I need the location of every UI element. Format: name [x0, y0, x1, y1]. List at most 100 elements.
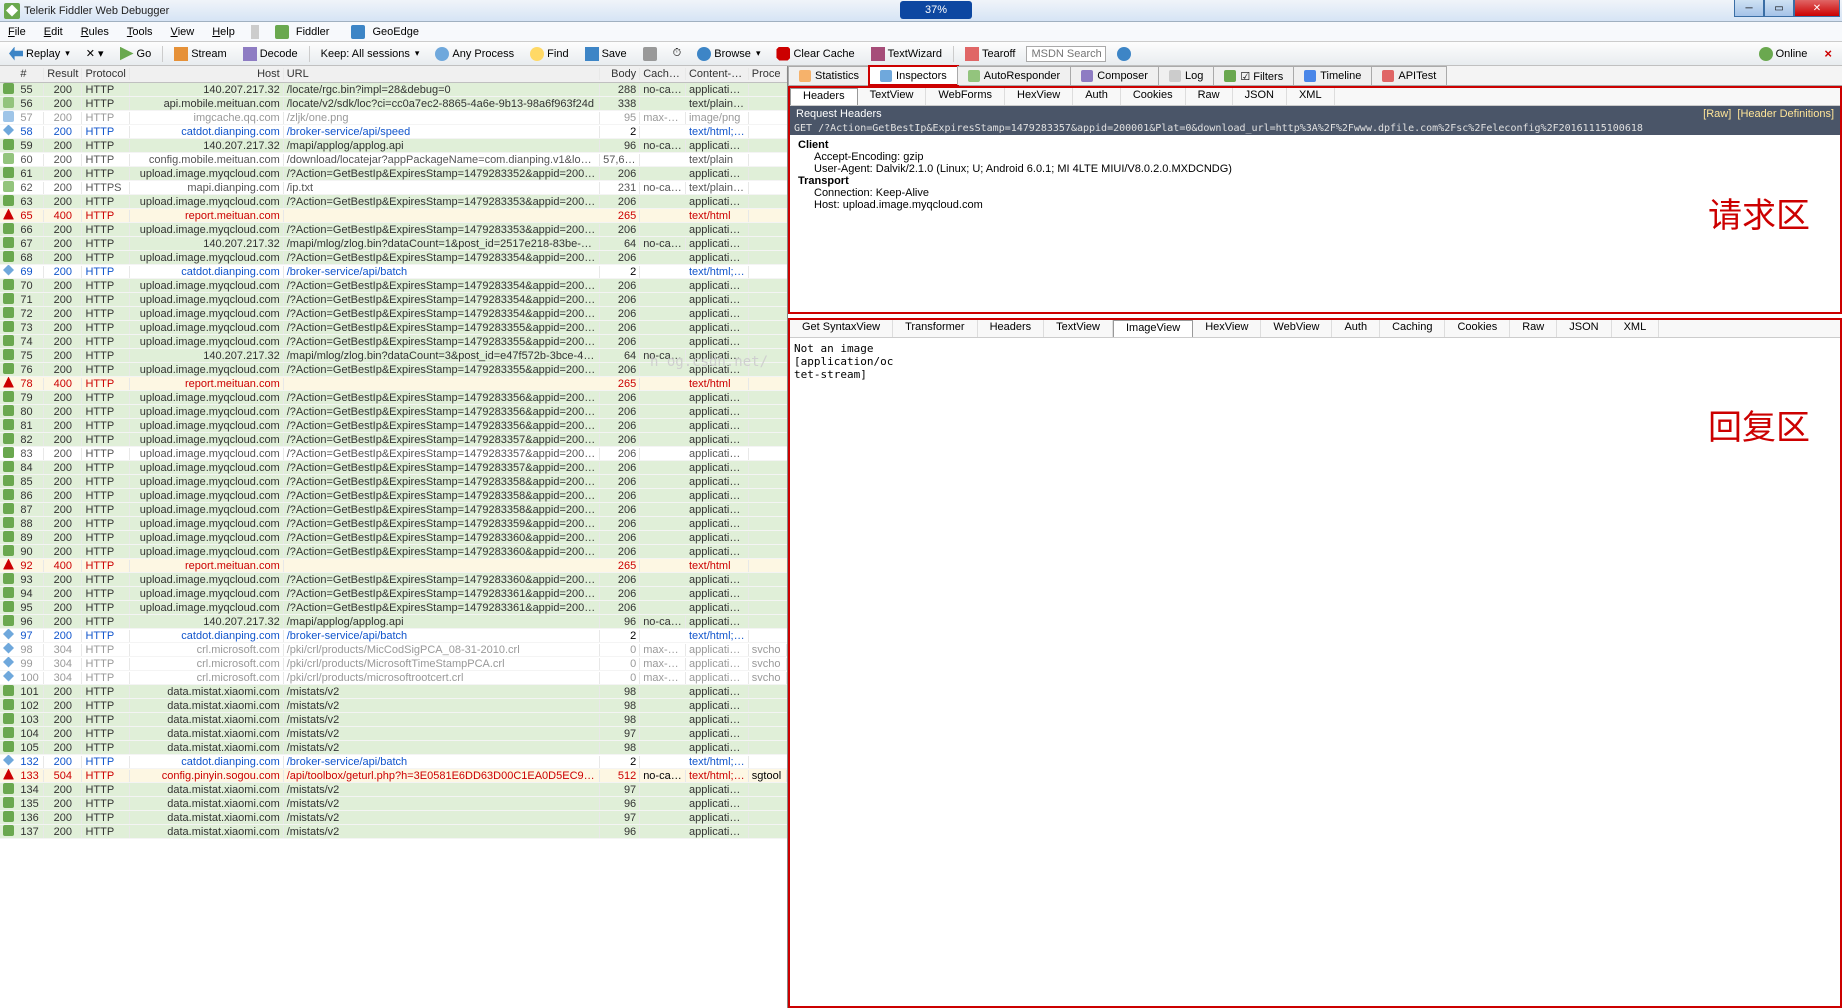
session-row[interactable]: 132200HTTPcatdot.dianping.com/broker-ser… [0, 755, 787, 769]
session-row[interactable]: 84200HTTPupload.image.myqcloud.com/?Acti… [0, 461, 787, 475]
session-row[interactable]: 102200HTTPdata.mistat.xiaomi.com/mistats… [0, 699, 787, 713]
reqtab-json[interactable]: JSON [1233, 88, 1287, 105]
clear-cache-button[interactable]: Clear Cache [771, 45, 859, 63]
restab-raw[interactable]: Raw [1510, 320, 1557, 337]
session-row[interactable]: 136200HTTPdata.mistat.xiaomi.com/mistats… [0, 811, 787, 825]
tab-inspectors[interactable]: Inspectors [869, 66, 958, 85]
session-row[interactable]: 86200HTTPupload.image.myqcloud.com/?Acti… [0, 489, 787, 503]
session-row[interactable]: 101200HTTPdata.mistat.xiaomi.com/mistats… [0, 685, 787, 699]
session-row[interactable]: 97200HTTPcatdot.dianping.com/broker-serv… [0, 629, 787, 643]
session-row[interactable]: 76200HTTPupload.image.myqcloud.com/?Acti… [0, 363, 787, 377]
online-indicator[interactable]: Online [1754, 45, 1813, 63]
col-id[interactable]: # [17, 68, 44, 80]
session-row[interactable]: 68200HTTPupload.image.myqcloud.com/?Acti… [0, 251, 787, 265]
menu-file[interactable]: FFileile [4, 25, 30, 39]
col-url[interactable]: URL [284, 68, 600, 80]
session-row[interactable]: 59200HTTP140.207.217.32/mapi/applog/appl… [0, 139, 787, 153]
tab-timeline[interactable]: Timeline [1293, 66, 1372, 85]
session-row[interactable]: 56200HTTPapi.mobile.meituan.com/locate/v… [0, 97, 787, 111]
close-toolbar-button[interactable]: × [1818, 46, 1838, 61]
stream-button[interactable]: Stream [169, 45, 231, 63]
session-row[interactable]: 95200HTTPupload.image.myqcloud.com/?Acti… [0, 601, 787, 615]
tab-log[interactable]: Log [1158, 66, 1214, 85]
session-row[interactable]: 66200HTTPupload.image.myqcloud.com/?Acti… [0, 223, 787, 237]
tab-composer[interactable]: Composer [1070, 66, 1159, 85]
col-body[interactable]: Body [600, 68, 640, 80]
session-row[interactable]: 78400HTTPreport.meituan.com265text/html [0, 377, 787, 391]
help-button[interactable] [1112, 45, 1136, 63]
session-row[interactable]: 92400HTTPreport.meituan.com265text/html [0, 559, 787, 573]
tearoff-button[interactable]: Tearoff [960, 45, 1020, 63]
session-row[interactable]: 94200HTTPupload.image.myqcloud.com/?Acti… [0, 587, 787, 601]
decode-button[interactable]: Decode [238, 45, 303, 63]
session-row[interactable]: 63200HTTPupload.image.myqcloud.com/?Acti… [0, 195, 787, 209]
restab-transformer[interactable]: Transformer [893, 320, 978, 337]
session-row[interactable]: 96200HTTP140.207.217.32/mapi/applog/appl… [0, 615, 787, 629]
col-process[interactable]: Proce [749, 68, 787, 80]
session-row[interactable]: 103200HTTPdata.mistat.xiaomi.com/mistats… [0, 713, 787, 727]
session-row[interactable]: 134200HTTPdata.mistat.xiaomi.com/mistats… [0, 783, 787, 797]
session-row[interactable]: 65400HTTPreport.meituan.com265text/html [0, 209, 787, 223]
replay-button[interactable]: Replay [4, 45, 75, 63]
session-row[interactable]: 81200HTTPupload.image.myqcloud.com/?Acti… [0, 419, 787, 433]
menu-tools[interactable]: Tools [123, 25, 157, 39]
restab-webview[interactable]: WebView [1261, 320, 1332, 337]
restab-cookies[interactable]: Cookies [1445, 320, 1510, 337]
raw-link[interactable]: [Raw] [Header Definitions] [1703, 108, 1834, 120]
browse-button[interactable]: Browse [692, 45, 765, 63]
tab-filters[interactable]: ☑ Filters [1213, 66, 1294, 85]
restab-textview[interactable]: TextView [1044, 320, 1113, 337]
session-row[interactable]: 105200HTTPdata.mistat.xiaomi.com/mistats… [0, 741, 787, 755]
maximize-button[interactable]: ▭ [1764, 0, 1794, 17]
find-button[interactable]: Find [525, 45, 573, 63]
session-row[interactable]: 82200HTTPupload.image.myqcloud.com/?Acti… [0, 433, 787, 447]
menu-help[interactable]: Help [208, 25, 239, 39]
timer-button[interactable]: ⏱ [668, 45, 687, 62]
session-row[interactable]: 58200HTTPcatdot.dianping.com/broker-serv… [0, 125, 787, 139]
menu-edit[interactable]: Edit [40, 25, 67, 39]
restab-get-syntaxview[interactable]: Get SyntaxView [790, 320, 893, 337]
msdn-search-input[interactable] [1026, 46, 1106, 62]
reqtab-raw[interactable]: Raw [1186, 88, 1233, 105]
session-row[interactable]: 133504HTTPconfig.pinyin.sogou.com/api/to… [0, 769, 787, 783]
session-row[interactable]: 67200HTTP140.207.217.32/mapi/mlog/zlog.b… [0, 237, 787, 251]
reqtab-webforms[interactable]: WebForms [926, 88, 1005, 105]
col-content-type[interactable]: Content-Type [686, 68, 749, 80]
session-row[interactable]: 83200HTTPupload.image.myqcloud.com/?Acti… [0, 447, 787, 461]
session-row[interactable]: 104200HTTPdata.mistat.xiaomi.com/mistats… [0, 727, 787, 741]
session-row[interactable]: 135200HTTPdata.mistat.xiaomi.com/mistats… [0, 797, 787, 811]
tab-apitest[interactable]: APITest [1371, 66, 1447, 85]
textwizard-button[interactable]: TextWizard [866, 45, 947, 63]
session-row[interactable]: 85200HTTPupload.image.myqcloud.com/?Acti… [0, 475, 787, 489]
tab-statistics[interactable]: Statistics [788, 66, 870, 85]
session-row[interactable]: 70200HTTPupload.image.myqcloud.com/?Acti… [0, 279, 787, 293]
screenshot-button[interactable] [638, 45, 662, 63]
restab-headers[interactable]: Headers [978, 320, 1045, 337]
col-result[interactable]: Result [44, 68, 82, 80]
session-row[interactable]: 74200HTTPupload.image.myqcloud.com/?Acti… [0, 335, 787, 349]
session-row[interactable]: 71200HTTPupload.image.myqcloud.com/?Acti… [0, 293, 787, 307]
restab-hexview[interactable]: HexView [1193, 320, 1261, 337]
menu-rules[interactable]: Rules [77, 25, 113, 39]
session-row[interactable]: 60200HTTPconfig.mobile.meituan.com/downl… [0, 153, 787, 167]
reqtab-textview[interactable]: TextView [858, 88, 927, 105]
session-row[interactable]: 89200HTTPupload.image.myqcloud.com/?Acti… [0, 531, 787, 545]
grid-body[interactable]: 55200HTTP140.207.217.32/locate/rgc.bin?i… [0, 83, 787, 1008]
session-row[interactable]: 87200HTTPupload.image.myqcloud.com/?Acti… [0, 503, 787, 517]
restab-auth[interactable]: Auth [1332, 320, 1380, 337]
tab-autoresponder[interactable]: AutoResponder [957, 66, 1071, 85]
session-row[interactable]: 88200HTTPupload.image.myqcloud.com/?Acti… [0, 517, 787, 531]
session-row[interactable]: 80200HTTPupload.image.myqcloud.com/?Acti… [0, 405, 787, 419]
session-row[interactable]: 93200HTTPupload.image.myqcloud.com/?Acti… [0, 573, 787, 587]
session-row[interactable]: 137200HTTPdata.mistat.xiaomi.com/mistats… [0, 825, 787, 839]
col-protocol[interactable]: Protocol [82, 68, 130, 80]
restab-xml[interactable]: XML [1612, 320, 1660, 337]
keep-sessions-dropdown[interactable]: Keep: All sessions [316, 46, 425, 62]
session-row[interactable]: 73200HTTPupload.image.myqcloud.com/?Acti… [0, 321, 787, 335]
session-row[interactable]: 98304HTTPcrl.microsoft.com/pki/crl/produ… [0, 643, 787, 657]
reqtab-auth[interactable]: Auth [1073, 88, 1121, 105]
session-row[interactable]: 72200HTTPupload.image.myqcloud.com/?Acti… [0, 307, 787, 321]
menu-fiddler[interactable]: Fiddler [271, 24, 338, 40]
any-process-button[interactable]: Any Process [430, 45, 519, 63]
menu-view[interactable]: View [167, 25, 199, 39]
